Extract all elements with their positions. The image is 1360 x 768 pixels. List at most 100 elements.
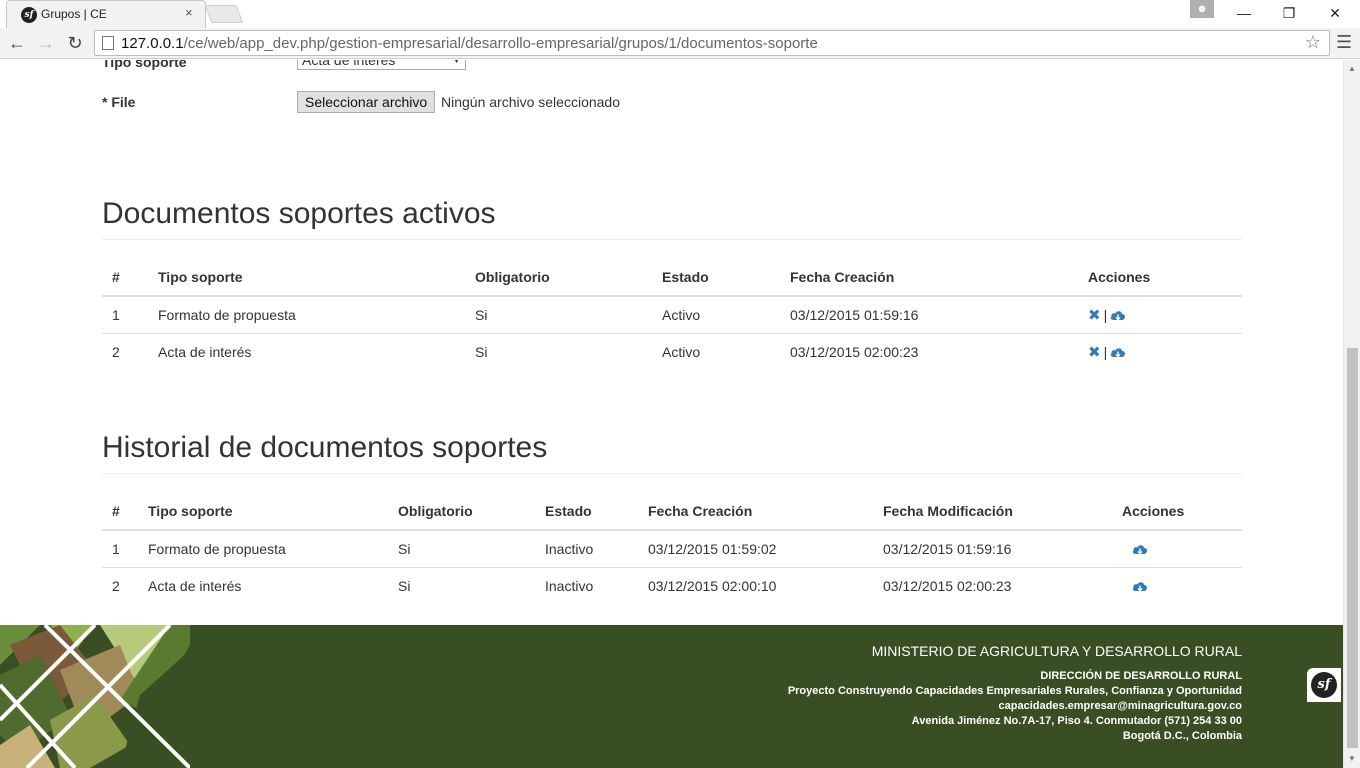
new-tab-button[interactable] bbox=[204, 5, 244, 23]
select-file-button[interactable]: Seleccionar archivo bbox=[297, 91, 436, 113]
row-modificacion: 03/12/2015 01:59:16 bbox=[883, 540, 1012, 557]
action-separator: | bbox=[1103, 343, 1108, 360]
cloud-download-icon[interactable] bbox=[1110, 310, 1126, 322]
row-estado: Inactivo bbox=[545, 540, 594, 557]
col-header: Fecha Modificación bbox=[873, 493, 1112, 531]
address-bar: ← → ↻ 127.0.0.1/ce/web/app_dev.php/gesti… bbox=[0, 28, 1360, 59]
remove-icon[interactable]: ✖ bbox=[1088, 307, 1101, 324]
table-row: 1 Formato de propuesta Si Activo 03/12/2… bbox=[102, 296, 1242, 333]
action-separator: | bbox=[1103, 306, 1108, 323]
col-header: Acciones bbox=[1078, 259, 1242, 297]
col-header: Estado bbox=[535, 493, 638, 531]
footer-contact: MINISTERIO DE AGRICULTURA Y DESARROLLO R… bbox=[788, 643, 1242, 744]
col-header: Obligatorio bbox=[465, 259, 652, 297]
row-obligatorio: Si bbox=[388, 566, 535, 604]
col-header: Obligatorio bbox=[388, 493, 535, 531]
row-fecha: 03/12/2015 01:59:16 bbox=[790, 306, 919, 323]
tipo-soporte-label: Tipo soporte bbox=[102, 60, 187, 70]
browser-titlebar: sf Grupos | CE × ☻ — ❐ ✕ bbox=[0, 0, 1360, 28]
close-window-button[interactable]: ✕ bbox=[1320, 2, 1350, 24]
footer-city: Bogotá D.C., Colombia bbox=[1122, 730, 1242, 742]
row-actions bbox=[1112, 566, 1242, 604]
row-actions: ✖ | bbox=[1078, 332, 1242, 370]
ministry-name: MINISTERIO DE AGRICULTURA Y DESARROLLO R… bbox=[871, 643, 1242, 659]
row-fecha: 03/12/2015 01:59:02 bbox=[648, 540, 777, 557]
row-obligatorio: Si bbox=[475, 306, 488, 323]
col-header: # bbox=[102, 259, 148, 297]
table-row: 1 Formato de propuesta Si Inactivo 03/12… bbox=[102, 530, 1242, 567]
file-label: * File bbox=[102, 94, 136, 110]
row-number: 1 bbox=[112, 306, 120, 323]
minimize-button[interactable]: — bbox=[1229, 2, 1259, 24]
col-header: Fecha Creación bbox=[780, 259, 1078, 297]
table-row: 2 Acta de interés Si Inactivo 03/12/2015… bbox=[102, 566, 1242, 604]
tipo-soporte-select[interactable]: Acta de interés ▼ bbox=[297, 60, 466, 70]
chevron-down-icon: ▼ bbox=[452, 60, 461, 65]
site-footer: MINISTERIO DE AGRICULTURA Y DESARROLLO R… bbox=[0, 625, 1343, 768]
url-text: 127.0.0.1/ce/web/app_dev.php/gestion-emp… bbox=[121, 35, 818, 52]
profile-icon[interactable]: ☻ bbox=[1190, 0, 1214, 18]
forward-arrow-icon[interactable]: → bbox=[34, 31, 58, 55]
url-input[interactable]: 127.0.0.1/ce/web/app_dev.php/gestion-emp… bbox=[94, 30, 1330, 56]
footer-email: capacidades.empresar@minagricultura.gov.… bbox=[998, 700, 1242, 712]
divider bbox=[102, 473, 1242, 474]
cloud-download-icon[interactable] bbox=[1132, 581, 1148, 593]
remove-icon[interactable]: ✖ bbox=[1088, 344, 1101, 361]
col-header: Estado bbox=[652, 259, 780, 297]
row-number: 2 bbox=[102, 332, 148, 370]
row-actions: ✖ | bbox=[1078, 296, 1242, 333]
row-actions bbox=[1112, 530, 1242, 567]
col-header: Tipo soporte bbox=[138, 493, 388, 531]
scroll-down-arrow-icon[interactable]: ▼ bbox=[1348, 754, 1356, 763]
tab-close-icon[interactable]: × bbox=[185, 5, 193, 20]
footer-line: DIRECCIÓN DE DESARROLLO RURAL bbox=[1040, 670, 1242, 682]
scroll-up-arrow-icon[interactable]: ▲ bbox=[1348, 64, 1356, 73]
maximize-button[interactable]: ❐ bbox=[1274, 2, 1304, 24]
symfony-favicon-icon: sf bbox=[21, 7, 37, 23]
col-header: # bbox=[102, 493, 138, 531]
table-header-row: # Tipo soporte Obligatorio Estado Fecha … bbox=[102, 493, 1242, 531]
table-header-row: # Tipo soporte Obligatorio Estado Fecha … bbox=[102, 259, 1242, 297]
file-status-text: Ningún archivo seleccionado bbox=[441, 94, 620, 110]
row-fecha: 03/12/2015 02:00:23 bbox=[780, 332, 1078, 370]
row-tipo: Formato de propuesta bbox=[148, 540, 286, 557]
row-estado: Inactivo bbox=[535, 566, 638, 604]
tab-title: Grupos | CE bbox=[41, 7, 107, 21]
scrollbar-thumb[interactable] bbox=[1347, 348, 1358, 748]
symfony-toolbar-button[interactable]: sf bbox=[1307, 668, 1341, 702]
tipo-soporte-row: Tipo soporte bbox=[102, 60, 187, 72]
row-number: 2 bbox=[102, 566, 138, 604]
reload-icon[interactable]: ↻ bbox=[63, 31, 87, 55]
footer-address: Avenida Jiménez No.7A-17, Piso 4. Conmut… bbox=[911, 715, 1242, 727]
tipo-soporte-value: Acta de interés bbox=[302, 60, 396, 68]
bookmark-star-icon[interactable]: ☆ bbox=[1305, 32, 1321, 53]
row-number: 1 bbox=[112, 540, 120, 557]
file-row: * File bbox=[102, 94, 135, 112]
active-documents-table: # Tipo soporte Obligatorio Estado Fecha … bbox=[102, 259, 1242, 370]
row-estado: Activo bbox=[662, 306, 701, 323]
history-title: Historial de documentos soportes bbox=[102, 431, 548, 464]
farmers-mosaic-image bbox=[0, 625, 190, 768]
page-scrollbar[interactable]: ▲ ▼ bbox=[1343, 60, 1360, 768]
col-header: Acciones bbox=[1112, 493, 1242, 531]
back-arrow-icon[interactable]: ← bbox=[5, 31, 29, 55]
browser-menu-icon[interactable]: ☰ bbox=[1336, 32, 1352, 53]
row-tipo: Formato de propuesta bbox=[158, 306, 296, 323]
page-viewport: Tipo soporte Acta de interés ▼ * File Se… bbox=[0, 60, 1343, 768]
cloud-download-icon[interactable] bbox=[1110, 347, 1126, 359]
row-estado: Activo bbox=[652, 332, 780, 370]
row-tipo: Acta de interés bbox=[138, 566, 388, 604]
page-icon bbox=[102, 36, 114, 50]
history-table: # Tipo soporte Obligatorio Estado Fecha … bbox=[102, 493, 1242, 604]
row-fecha: 03/12/2015 02:00:10 bbox=[638, 566, 873, 604]
row-tipo: Acta de interés bbox=[148, 332, 465, 370]
cloud-download-icon[interactable] bbox=[1132, 544, 1148, 556]
table-row: 2 Acta de interés Si Activo 03/12/2015 0… bbox=[102, 332, 1242, 370]
browser-tab[interactable]: sf Grupos | CE × bbox=[6, 0, 206, 28]
row-obligatorio: Si bbox=[398, 540, 411, 557]
col-header: Fecha Creación bbox=[638, 493, 873, 531]
col-header: Tipo soporte bbox=[148, 259, 465, 297]
symfony-logo-icon: sf bbox=[1311, 672, 1337, 698]
row-obligatorio: Si bbox=[465, 332, 652, 370]
footer-line: Proyecto Construyendo Capacidades Empres… bbox=[787, 685, 1242, 697]
